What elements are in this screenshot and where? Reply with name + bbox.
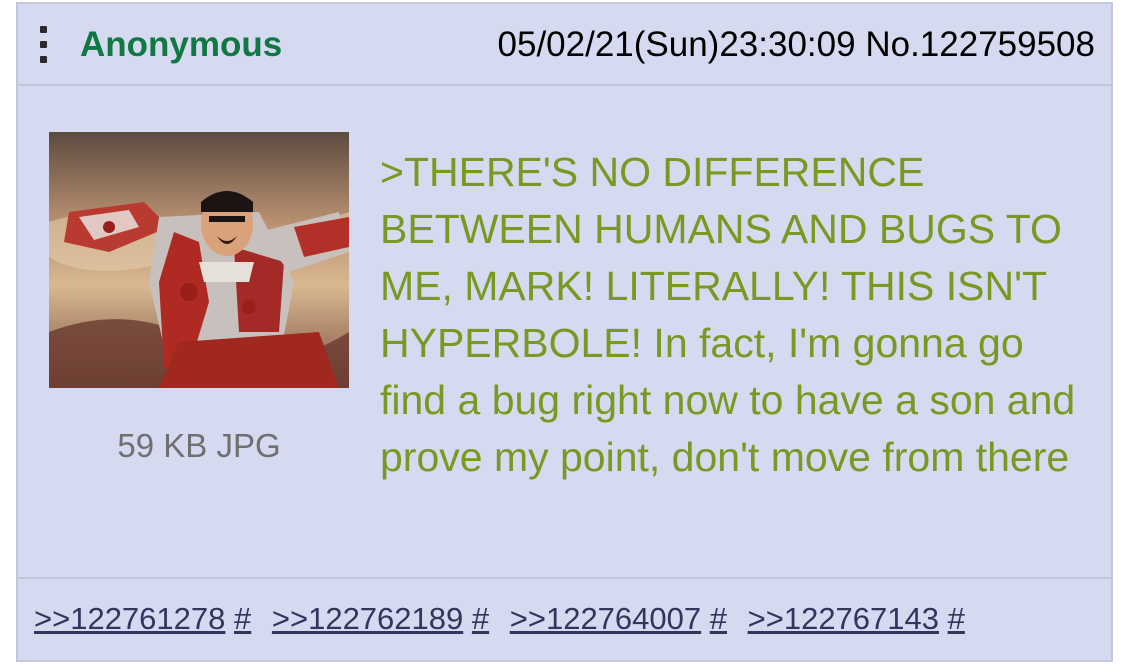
backlink-item: >>122762189 # [272, 599, 489, 639]
post-header: Anonymous 05/02/21(Sun)23:30:09 No.12275… [18, 4, 1111, 86]
backlink-item: >>122761278 # [34, 599, 251, 639]
post-number-label[interactable]: No. [865, 25, 919, 64]
backlink-reply-1[interactable]: >>122761278 [34, 601, 225, 636]
backlink-hash-3[interactable]: # [710, 601, 727, 636]
post-datetime: 05/02/21(Sun)23:30:09 [497, 25, 856, 64]
backlink-reply-4[interactable]: >>122767143 [748, 601, 939, 636]
comment-float-spacer [49, 144, 380, 486]
backlink-reply-3[interactable]: >>122764007 [510, 601, 701, 636]
poster-name: Anonymous [80, 25, 283, 64]
post-comment: >THERE'S NO DIFFERENCE BETWEEN HUMANS AN… [49, 144, 1089, 486]
backlink-item: >>122767143 # [748, 599, 965, 639]
backlink-hash-4[interactable]: # [948, 601, 965, 636]
post-container: Anonymous 05/02/21(Sun)23:30:09 No.12275… [16, 2, 1113, 662]
backlink-hash-2[interactable]: # [472, 601, 489, 636]
post-number[interactable]: 122759508 [920, 25, 1095, 64]
post-menu-icon[interactable] [40, 26, 48, 64]
post-footer: >>122761278 # >>122762189 # >>122764007 … [18, 577, 1111, 662]
backlink-reply-2[interactable]: >>122762189 [272, 601, 463, 636]
post-meta: 05/02/21(Sun)23:30:09 No.122759508 [498, 24, 1095, 66]
backlink-item: >>122764007 # [510, 599, 727, 639]
greentext-quote: >THERE'S NO DIFFERENCE BETWEEN HUMANS AN… [380, 149, 1076, 480]
backlink-hash-1[interactable]: # [234, 601, 251, 636]
backlinks: >>122761278 # >>122762189 # >>122764007 … [34, 599, 977, 639]
